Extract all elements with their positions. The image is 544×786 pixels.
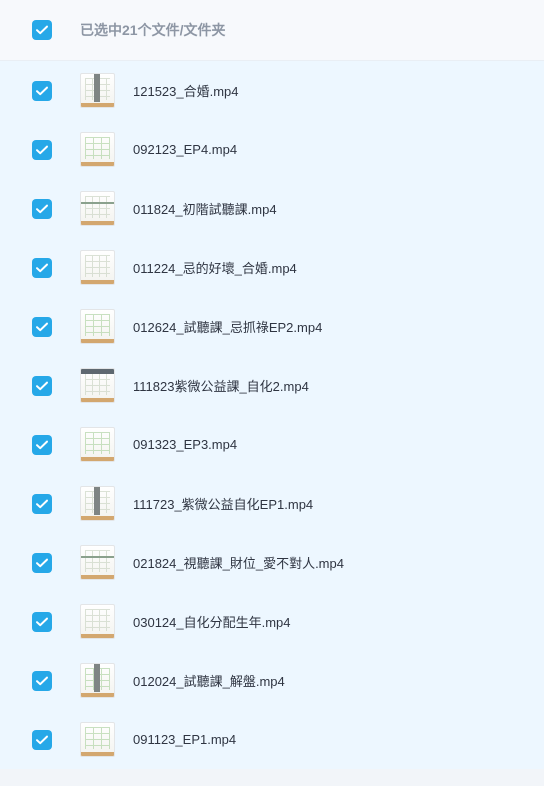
file-name[interactable]: 021824_視聽課_財位_愛不對人.mp4 bbox=[133, 553, 344, 572]
check-icon bbox=[36, 617, 48, 626]
file-row[interactable]: 012624_試聽課_忌抓祿EP2.mp4 bbox=[0, 297, 544, 356]
selection-header: 已选中21个文件/文件夹 bbox=[0, 0, 544, 61]
check-icon bbox=[36, 381, 48, 390]
file-selection-panel: 已选中21个文件/文件夹 121523_合婚.mp4 092123_EP4.mp… bbox=[0, 0, 544, 786]
check-icon bbox=[36, 25, 48, 35]
file-checkbox[interactable] bbox=[32, 493, 52, 514]
video-thumbnail[interactable] bbox=[80, 250, 115, 285]
file-row[interactable]: 091123_EP1.mp4 bbox=[0, 710, 544, 769]
video-thumbnail[interactable] bbox=[80, 486, 115, 521]
check-icon bbox=[36, 86, 48, 95]
file-name[interactable]: 091123_EP1.mp4 bbox=[133, 732, 236, 747]
video-thumbnail[interactable] bbox=[80, 73, 115, 108]
file-checkbox[interactable] bbox=[32, 80, 52, 101]
check-icon bbox=[36, 499, 48, 508]
file-name[interactable]: 011224_忌的好壞_合婚.mp4 bbox=[133, 258, 297, 277]
file-row[interactable]: 111823紫微公益課_自化2.mp4 bbox=[0, 356, 544, 415]
file-name[interactable]: 092123_EP4.mp4 bbox=[133, 142, 237, 157]
video-thumbnail[interactable] bbox=[80, 722, 115, 757]
file-name[interactable]: 111823紫微公益課_自化2.mp4 bbox=[133, 376, 309, 395]
file-name[interactable]: 012024_試聽課_解盤.mp4 bbox=[133, 671, 285, 690]
file-checkbox[interactable] bbox=[32, 434, 52, 455]
file-checkbox[interactable] bbox=[32, 729, 52, 750]
video-thumbnail[interactable] bbox=[80, 545, 115, 580]
video-thumbnail[interactable] bbox=[80, 191, 115, 226]
file-checkbox[interactable] bbox=[32, 552, 52, 573]
file-checkbox[interactable] bbox=[32, 316, 52, 337]
file-row[interactable]: 111723_紫微公益自化EP1.mp4 bbox=[0, 474, 544, 533]
check-icon bbox=[36, 204, 48, 213]
check-icon bbox=[36, 676, 48, 685]
video-thumbnail[interactable] bbox=[80, 309, 115, 344]
check-icon bbox=[36, 440, 48, 449]
file-row[interactable]: 121523_合婚.mp4 bbox=[0, 61, 544, 120]
file-name[interactable]: 011824_初階試聽課.mp4 bbox=[133, 199, 277, 218]
file-name[interactable]: 030124_自化分配生年.mp4 bbox=[133, 612, 291, 631]
file-list: 121523_合婚.mp4 092123_EP4.mp4 011824_初階試聽… bbox=[0, 61, 544, 769]
check-icon bbox=[36, 735, 48, 744]
file-checkbox[interactable] bbox=[32, 257, 52, 278]
video-thumbnail[interactable] bbox=[80, 427, 115, 462]
check-icon bbox=[36, 322, 48, 331]
file-name[interactable]: 111723_紫微公益自化EP1.mp4 bbox=[133, 494, 313, 513]
file-row[interactable]: 030124_自化分配生年.mp4 bbox=[0, 592, 544, 651]
check-icon bbox=[36, 145, 48, 154]
file-row[interactable]: 011824_初階試聽課.mp4 bbox=[0, 179, 544, 238]
file-checkbox[interactable] bbox=[32, 375, 52, 396]
check-icon bbox=[36, 263, 48, 272]
file-name[interactable]: 012624_試聽課_忌抓祿EP2.mp4 bbox=[133, 317, 322, 336]
file-checkbox[interactable] bbox=[32, 139, 52, 160]
video-thumbnail[interactable] bbox=[80, 368, 115, 403]
selection-count-label: 已选中21个文件/文件夹 bbox=[80, 22, 226, 38]
file-checkbox[interactable] bbox=[32, 611, 52, 632]
file-row[interactable]: 021824_視聽課_財位_愛不對人.mp4 bbox=[0, 533, 544, 592]
file-row[interactable]: 011224_忌的好壞_合婚.mp4 bbox=[0, 238, 544, 297]
file-row[interactable]: 092123_EP4.mp4 bbox=[0, 120, 544, 179]
file-row[interactable]: 091323_EP3.mp4 bbox=[0, 415, 544, 474]
check-icon bbox=[36, 558, 48, 567]
video-thumbnail[interactable] bbox=[80, 132, 115, 167]
file-checkbox[interactable] bbox=[32, 198, 52, 219]
video-thumbnail[interactable] bbox=[80, 604, 115, 639]
file-name[interactable]: 091323_EP3.mp4 bbox=[133, 437, 237, 452]
select-all-checkbox[interactable] bbox=[32, 20, 52, 40]
file-row[interactable]: 012024_試聽課_解盤.mp4 bbox=[0, 651, 544, 710]
video-thumbnail[interactable] bbox=[80, 663, 115, 698]
file-name[interactable]: 121523_合婚.mp4 bbox=[133, 81, 239, 100]
file-checkbox[interactable] bbox=[32, 670, 52, 691]
